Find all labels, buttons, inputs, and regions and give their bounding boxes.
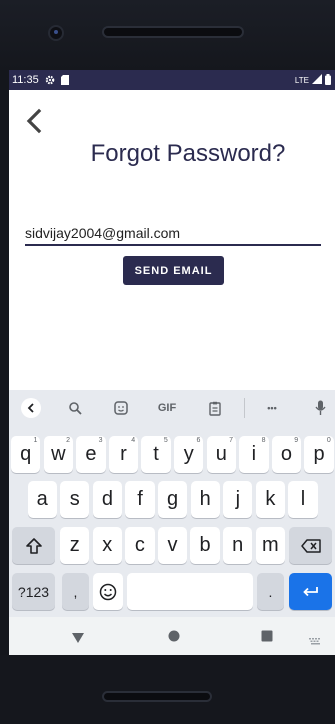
nav-back-icon: [72, 633, 84, 643]
keyboard-toolbar: GIF •••: [9, 390, 335, 426]
mic-icon: [314, 400, 326, 415]
key-b[interactable]: b: [190, 527, 220, 564]
key-l[interactable]: l: [288, 481, 318, 518]
earpiece-speaker: [104, 28, 242, 36]
key-hint-5: 5: [163, 437, 168, 444]
nav-back-button[interactable]: [72, 630, 84, 648]
back-button[interactable]: [23, 106, 47, 136]
key-u[interactable]: u7: [206, 436, 236, 473]
backspace-key[interactable]: [289, 527, 332, 564]
signal-icon: [312, 74, 322, 86]
emoji-key[interactable]: [93, 573, 123, 610]
key-hint-7: 7: [229, 437, 233, 444]
key-d[interactable]: d: [92, 481, 123, 518]
keyboard-toolbar-back-button[interactable]: [21, 398, 41, 418]
sticker-key[interactable]: [110, 398, 132, 418]
key-h[interactable]: h: [190, 481, 220, 518]
status-bar: 11:35 LTE: [9, 70, 335, 90]
status-right-group: LTE: [295, 70, 331, 90]
key-hint-0: 0: [326, 437, 331, 444]
toolbar-divider: [244, 398, 245, 418]
shift-icon: [25, 537, 42, 554]
key-hint-1: 1: [33, 437, 38, 444]
more-options-key[interactable]: •••: [261, 398, 283, 418]
key-n[interactable]: n: [223, 527, 253, 564]
nav-recents-icon: [261, 630, 273, 642]
clipboard-key[interactable]: [205, 398, 225, 418]
soft-keyboard: GIF ••• q1w2e3r4t5y6u7i8o9p0 asdfghjkl z…: [9, 390, 335, 617]
emoji-icon: [99, 583, 117, 600]
system-nav-bar: [9, 617, 335, 655]
key-hint-4: 4: [131, 437, 136, 444]
nav-recents-button[interactable]: [261, 629, 273, 647]
search-icon: [69, 402, 82, 415]
key-hint-6: 6: [196, 437, 201, 444]
key-c[interactable]: c: [125, 527, 155, 564]
key-g[interactable]: g: [157, 481, 188, 518]
key-hint-8: 8: [261, 437, 266, 444]
key-f[interactable]: f: [125, 481, 155, 518]
key-r[interactable]: r4: [108, 436, 139, 473]
key-s[interactable]: s: [60, 481, 90, 518]
back-chevron-icon: [26, 108, 42, 134]
key-v[interactable]: v: [157, 527, 188, 564]
clipboard-icon: [209, 401, 221, 416]
phone-screen: 11:35 LTE Forgot Password? SEND EMAIL: [9, 70, 335, 655]
email-input[interactable]: [25, 222, 321, 246]
keyboard-switch-button[interactable]: [309, 632, 322, 650]
gif-key[interactable]: GIF: [154, 398, 180, 418]
period-key[interactable]: .: [257, 573, 284, 610]
symbols-key[interactable]: ?123: [12, 573, 55, 610]
key-m[interactable]: m: [255, 527, 285, 564]
device-bottom-speaker: [104, 693, 210, 700]
keyboard-switch-icon: [309, 638, 320, 645]
key-y[interactable]: y6: [174, 436, 204, 473]
key-hint-9: 9: [294, 437, 299, 444]
battery-icon: [325, 73, 331, 87]
key-i[interactable]: i8: [239, 436, 269, 473]
key-j[interactable]: j: [223, 481, 253, 518]
voice-input-key[interactable]: [312, 398, 328, 418]
key-o[interactable]: o9: [271, 436, 302, 473]
settings-gear-icon: [45, 75, 55, 85]
comma-key[interactable]: ,: [62, 573, 89, 610]
nav-home-icon: [168, 630, 180, 642]
sim-card-icon: [60, 75, 69, 85]
key-a[interactable]: a: [27, 481, 57, 518]
status-time: 11:35: [12, 74, 39, 86]
key-p[interactable]: p0: [304, 436, 334, 473]
device-bottom-bezel: [0, 655, 335, 724]
key-w[interactable]: w2: [43, 436, 73, 473]
key-k[interactable]: k: [255, 481, 286, 518]
send-email-button[interactable]: SEND EMAIL: [123, 256, 224, 285]
key-hint-2: 2: [66, 437, 70, 444]
space-bar[interactable]: [127, 573, 253, 610]
front-camera: [50, 27, 62, 39]
enter-key[interactable]: [289, 573, 332, 610]
key-e[interactable]: e3: [76, 436, 106, 473]
key-hint-3: 3: [98, 437, 103, 444]
chevron-left-icon: [27, 403, 34, 413]
enter-icon: [302, 586, 318, 596]
device-top-bezel: [0, 0, 335, 70]
backspace-icon: [300, 538, 321, 553]
shift-key[interactable]: [12, 527, 55, 564]
sticker-icon: [114, 401, 128, 415]
key-q[interactable]: q1: [11, 436, 41, 473]
nav-home-button[interactable]: [168, 629, 180, 647]
key-z[interactable]: z: [60, 527, 90, 564]
key-x[interactable]: x: [92, 527, 122, 564]
search-key[interactable]: [65, 398, 85, 418]
network-type: LTE: [294, 75, 309, 85]
key-t[interactable]: t5: [141, 436, 171, 473]
page-title: Forgot Password?: [90, 140, 286, 167]
